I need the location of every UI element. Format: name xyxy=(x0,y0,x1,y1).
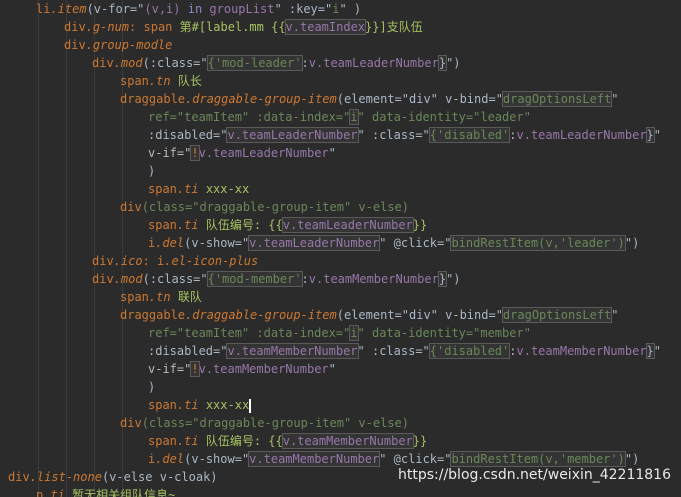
code-line: div.ico: i.el-icon-plus xyxy=(92,254,259,268)
code-line: ) xyxy=(148,380,156,394)
code-line: span.ti 队伍编号: {{v.teamMemberNumber}} xyxy=(148,433,428,449)
indent-guide xyxy=(38,0,39,497)
code-line: div.list-none(v-else v-cloak) xyxy=(8,470,218,484)
code-line: :disabled="v.teamMemberNumber" :class="{… xyxy=(148,343,662,359)
code-line: div.mod(:class="{'mod-member':v.teamMemb… xyxy=(92,271,461,287)
code-line: ref="teamItem" :data-index="i" data-iden… xyxy=(148,325,531,341)
code-line: span.tn 联队 xyxy=(120,290,202,304)
indent-guide xyxy=(94,0,95,497)
code-line: div.mod(:class="{'mod-leader':v.teamLead… xyxy=(92,55,461,71)
code-line: span.ti xxx-xx xyxy=(148,182,250,196)
code-line: :disabled="v.teamLeaderNumber" :class="{… xyxy=(148,127,662,143)
code-line: ) xyxy=(148,164,156,178)
code-line: li.item(v-for="(v,i) in groupList" :key=… xyxy=(36,2,362,16)
code-line: span.ti xxx-xx xyxy=(148,398,252,413)
text-cursor xyxy=(249,398,252,413)
code-line: i.del(v-show="v.teamLeaderNumber" @click… xyxy=(148,235,640,251)
code-line: v-if="!v.teamLeaderNumber" xyxy=(148,145,336,161)
code-line: draggable.draggable-group-item(element="… xyxy=(120,91,619,107)
code-line: span.ti 队伍编号: {{v.teamLeaderNumber}} xyxy=(148,217,428,233)
code-line: i.del(v-show="v.teamMemberNumber" @click… xyxy=(148,451,640,467)
code-line: ref="teamItem" :data-index="i" data-iden… xyxy=(148,109,531,125)
code-editor[interactable]: li.item(v-for="(v,i) in groupList" :key=… xyxy=(0,0,681,497)
code-line: v-if="!v.teamMemberNumber" xyxy=(148,361,336,377)
code-line: div.g-num: span 第#[label.mm {{v.teamInde… xyxy=(64,19,423,35)
code-line: div(class="draggable-group-item" v-else) xyxy=(120,200,409,214)
code-line: draggable.draggable-group-item(element="… xyxy=(120,307,619,323)
code-line: div(class="draggable-group-item" v-else) xyxy=(120,416,409,430)
code-line: p.ti 暂无相关组队信息~ xyxy=(36,488,176,497)
code-line: span.tn 队长 xyxy=(120,74,202,88)
code-line: div.group-modle xyxy=(64,38,173,52)
indent-guide xyxy=(66,0,67,497)
watermark: https://blog.csdn.net/weixin_42211816 xyxy=(397,467,671,483)
